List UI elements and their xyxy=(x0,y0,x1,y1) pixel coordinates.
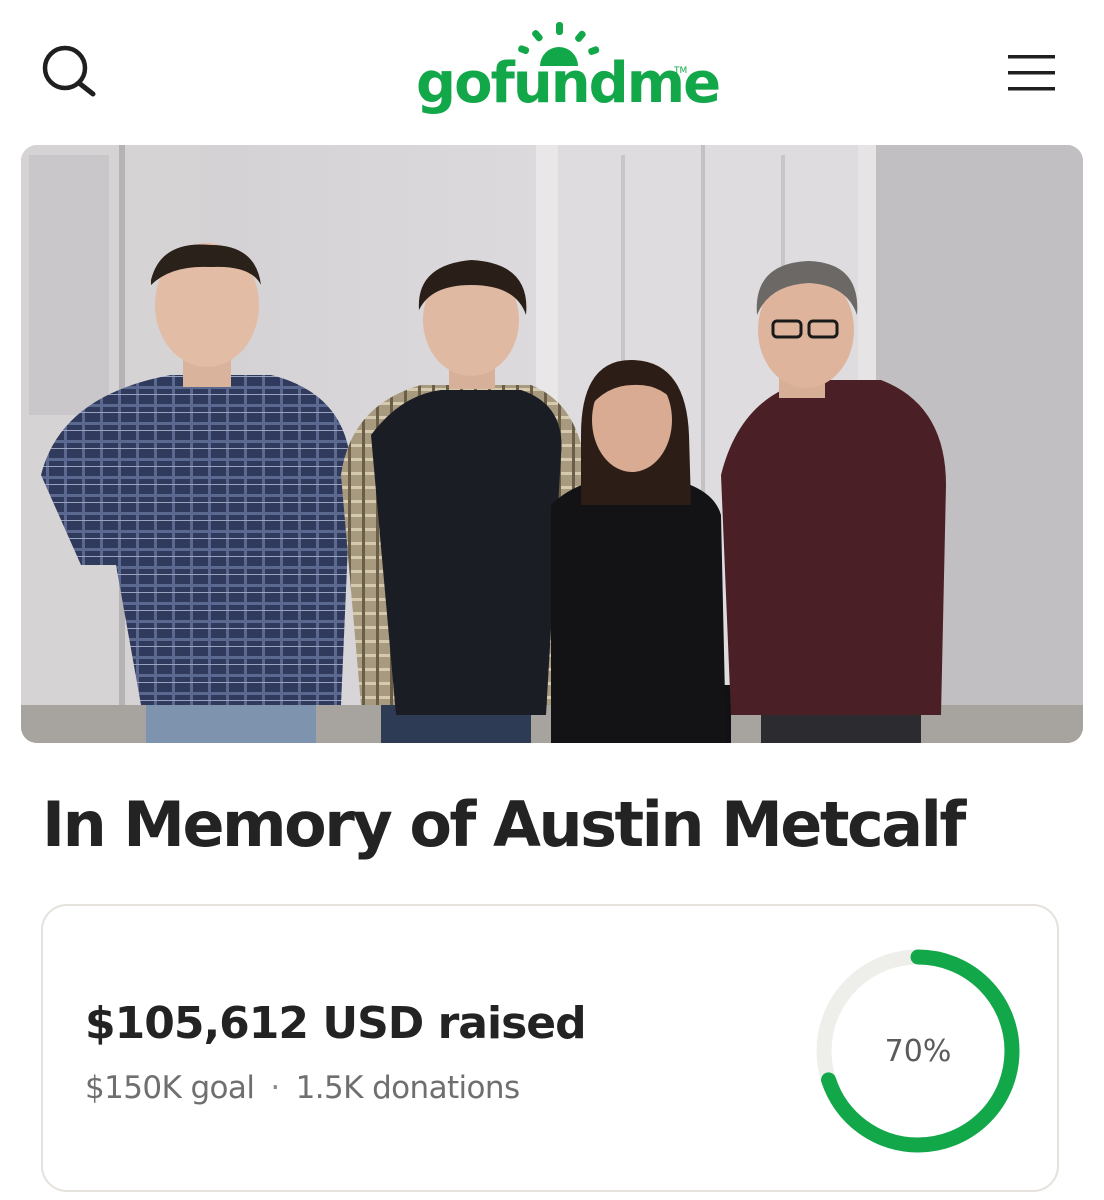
campaign-title: In Memory of Austin Metcalf xyxy=(42,788,966,861)
top-nav: gofundme TM xyxy=(0,0,1104,140)
family-photo-illustration xyxy=(21,145,1083,743)
search-icon xyxy=(42,45,96,97)
menu-button[interactable] xyxy=(1000,48,1064,98)
goal-and-donations: $150K goal · 1.5K donations xyxy=(85,1070,520,1106)
progress-percent: 70% xyxy=(884,1033,952,1069)
goal-amount: $150K goal xyxy=(85,1070,255,1106)
logo-trademark: TM xyxy=(674,66,688,76)
progress-ring: 70% xyxy=(811,944,1025,1158)
campaign-photo[interactable] xyxy=(21,145,1083,743)
amount-raised: $105,612 USD raised xyxy=(85,998,587,1049)
separator-dot: · xyxy=(270,1070,280,1106)
search-button[interactable] xyxy=(38,42,104,104)
donation-count: 1.5K donations xyxy=(295,1070,521,1106)
gofundme-logo[interactable]: gofundme TM xyxy=(410,18,721,128)
hamburger-menu-icon xyxy=(1008,55,1055,91)
logo-wordmark: gofundme xyxy=(416,51,721,116)
donation-progress-card[interactable]: $105,612 USD raised $150K goal · 1.5K dona… xyxy=(41,904,1059,1192)
